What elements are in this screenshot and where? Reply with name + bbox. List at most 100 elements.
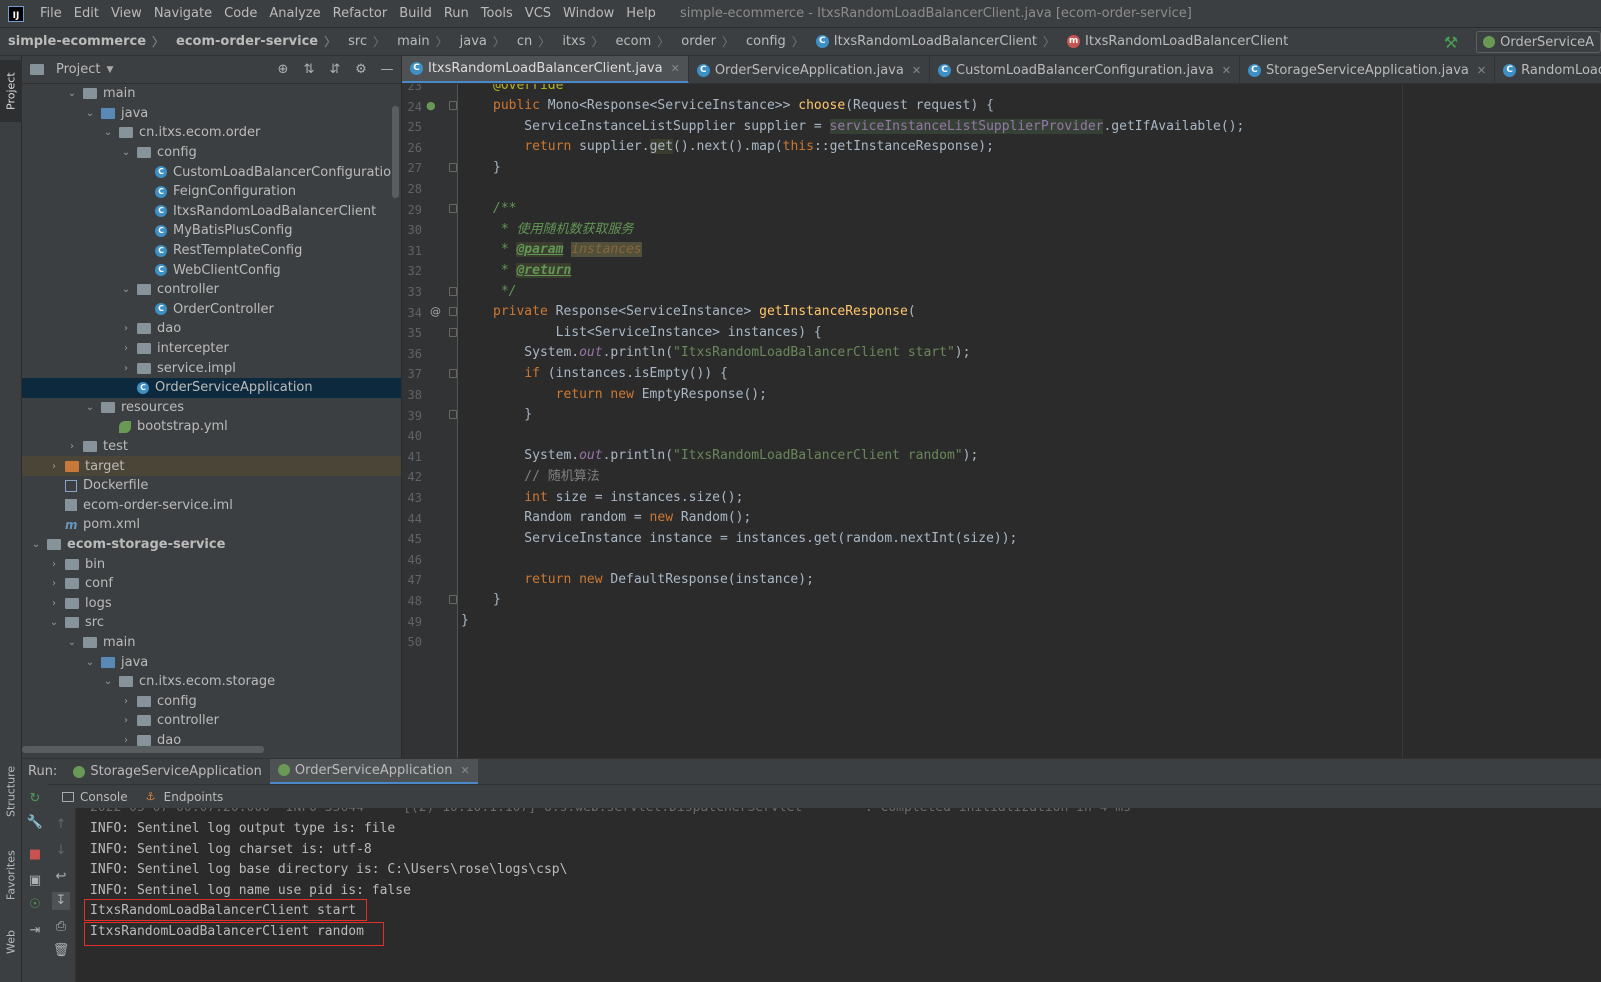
- annotation-icon[interactable]: @: [430, 305, 441, 318]
- tree-item-orderserviceapplication[interactable]: C OrderServiceApplication: [22, 377, 401, 398]
- tree-item-resources[interactable]: ⌄ resources: [22, 398, 401, 418]
- override-icon[interactable]: ●: [426, 99, 436, 112]
- menu-view[interactable]: View: [105, 6, 148, 21]
- breadcrumb-item[interactable]: main 〉: [389, 33, 452, 50]
- chevron-right-icon[interactable]: ›: [120, 363, 132, 374]
- menu-build[interactable]: Build: [393, 6, 438, 21]
- chevron-down-icon[interactable]: ▼: [106, 65, 113, 75]
- breadcrumb-item[interactable]: src 〉: [340, 33, 389, 50]
- fold-marker-icon[interactable]: [449, 307, 457, 316]
- tree-item-dao[interactable]: › dao: [22, 319, 401, 339]
- menu-code[interactable]: Code: [218, 6, 263, 21]
- chevron-right-icon[interactable]: ›: [120, 735, 132, 746]
- tree-item-intercepter[interactable]: › intercepter: [22, 339, 401, 359]
- fold-marker-icon[interactable]: [449, 163, 457, 172]
- project-horizontal-scrollbar[interactable]: [22, 746, 264, 753]
- tree-item-main[interactable]: ⌄ main: [22, 633, 401, 653]
- tree-item-main[interactable]: ⌄ main: [22, 84, 401, 104]
- chevron-down-icon[interactable]: ⌄: [66, 637, 78, 648]
- menu-refactor[interactable]: Refactor: [327, 6, 394, 21]
- menu-help[interactable]: Help: [620, 6, 662, 21]
- menu-tools[interactable]: Tools: [475, 6, 519, 21]
- exit-icon[interactable]: ⇥: [26, 922, 44, 940]
- chevron-down-icon[interactable]: ⌄: [84, 657, 96, 668]
- chevron-right-icon[interactable]: ›: [120, 323, 132, 334]
- chevron-down-icon[interactable]: ⌄: [30, 539, 42, 550]
- tree-item-conf[interactable]: › conf: [22, 574, 401, 594]
- chevron-right-icon[interactable]: ›: [120, 696, 132, 707]
- tree-item-webclientconfig[interactable]: C WebClientConfig: [22, 260, 401, 280]
- favorites-tool-button[interactable]: Favorites: [0, 840, 22, 910]
- console-output[interactable]: 2022-05-07 00:07:20.000 INFO 35644 --- […: [76, 808, 1601, 982]
- tree-item-test[interactable]: › test: [22, 437, 401, 457]
- print-icon[interactable]: ⎙: [52, 918, 70, 936]
- tree-item-config[interactable]: ⌄ config: [22, 143, 401, 163]
- chevron-down-icon[interactable]: ⌄: [84, 108, 96, 119]
- close-icon[interactable]: ✕: [912, 64, 921, 77]
- trash-icon[interactable]: 🗑: [52, 942, 70, 960]
- tree-item-service-impl[interactable]: › service.impl: [22, 358, 401, 378]
- menu-file[interactable]: File: [34, 6, 68, 21]
- expand-all-icon[interactable]: ⇅: [301, 61, 317, 79]
- tree-item-java[interactable]: ⌄ java: [22, 104, 401, 124]
- run-configuration-selector[interactable]: OrderServiceA: [1476, 31, 1601, 53]
- run-tab-order-service-application[interactable]: OrderServiceApplication ✕: [269, 758, 478, 785]
- tree-item-bootstrap-yml[interactable]: bootstrap.yml: [22, 417, 401, 437]
- tree-item-resttemplateconfig[interactable]: C RestTemplateConfig: [22, 241, 401, 261]
- fold-marker-icon[interactable]: [449, 328, 457, 337]
- tree-item-config[interactable]: › config: [22, 691, 401, 711]
- tree-item-feignconfiguration[interactable]: C FeignConfiguration: [22, 182, 401, 202]
- hammer-icon[interactable]: ⚒: [1444, 33, 1458, 52]
- tree-item-dockerfile[interactable]: Dockerfile: [22, 476, 401, 496]
- down-arrow-icon[interactable]: ↓: [52, 842, 70, 860]
- menu-analyze[interactable]: Analyze: [263, 6, 326, 21]
- tree-item-ecom-order-service-iml[interactable]: ecom-order-service.iml: [22, 495, 401, 515]
- breadcrumb-item[interactable]: config 〉: [738, 33, 808, 50]
- close-icon[interactable]: ✕: [1477, 64, 1486, 77]
- debug-icon[interactable]: ☉: [26, 896, 44, 914]
- fold-marker-icon[interactable]: [449, 204, 457, 213]
- tree-item-pom-xml[interactable]: m pom.xml: [22, 515, 401, 535]
- tree-item-cn-itxs-ecom-storage[interactable]: ⌄ cn.itxs.ecom.storage: [22, 672, 401, 692]
- tree-item-java[interactable]: ⌄ java: [22, 652, 401, 672]
- stop-icon[interactable]: ■: [26, 846, 44, 864]
- tree-item-itxsrandomloadbalancerclient[interactable]: C ItxsRandomLoadBalancerClient: [22, 202, 401, 222]
- gear-icon[interactable]: ⚙: [353, 61, 369, 79]
- structure-tool-button[interactable]: Structure: [0, 756, 22, 826]
- soft-wrap-icon[interactable]: ↩: [52, 868, 70, 886]
- breadcrumb-item[interactable]: simple-ecommerce 〉: [0, 33, 168, 50]
- tab-itxs-random-load-balancer-client[interactable]: C ItxsRandomLoadBalancerClient.java ✕: [402, 56, 689, 83]
- chevron-down-icon[interactable]: ⌄: [120, 284, 132, 295]
- tree-item-target[interactable]: › target: [22, 456, 401, 476]
- wrench-icon[interactable]: 🔧: [26, 814, 44, 832]
- web-tool-button[interactable]: Web: [0, 922, 22, 962]
- breadcrumb-item[interactable]: m ItxsRandomLoadBalancerClient: [1059, 34, 1292, 49]
- tree-item-bin[interactable]: › bin: [22, 554, 401, 574]
- breadcrumb-item[interactable]: cn 〉: [509, 33, 554, 50]
- chevron-right-icon[interactable]: ›: [48, 598, 60, 609]
- chevron-right-icon[interactable]: ›: [48, 461, 60, 472]
- fold-marker-icon[interactable]: [449, 410, 457, 419]
- tree-item-ordercontroller[interactable]: C OrderController: [22, 300, 401, 320]
- chevron-down-icon[interactable]: ⌄: [84, 402, 96, 413]
- tree-item-src[interactable]: ⌄ src: [22, 613, 401, 633]
- breadcrumb-item[interactable]: java 〉: [452, 33, 509, 50]
- menu-edit[interactable]: Edit: [68, 6, 105, 21]
- intellij-logo-icon[interactable]: IJ: [8, 5, 24, 22]
- breadcrumb-item[interactable]: ecom 〉: [608, 33, 674, 50]
- tree-item-controller[interactable]: › controller: [22, 711, 401, 731]
- tab-endpoints[interactable]: ⚓ Endpoints: [146, 790, 224, 804]
- breadcrumb-item[interactable]: C ItxsRandomLoadBalancerClient 〉: [808, 33, 1059, 50]
- chevron-right-icon[interactable]: ›: [48, 578, 60, 589]
- breadcrumb-item[interactable]: order 〉: [673, 33, 738, 50]
- menu-window[interactable]: Window: [557, 6, 620, 21]
- tab-console[interactable]: Console: [62, 790, 128, 804]
- tree-item-logs[interactable]: › logs: [22, 593, 401, 613]
- fold-marker-icon[interactable]: [449, 287, 457, 296]
- tree-item-mybatisplusconfig[interactable]: C MyBatisPlusConfig: [22, 221, 401, 241]
- scroll-to-end-icon[interactable]: ↧: [52, 892, 70, 910]
- fold-marker-icon[interactable]: [449, 101, 457, 110]
- hide-panel-icon[interactable]: —: [379, 61, 395, 79]
- tab-order-service-application[interactable]: C OrderServiceApplication.java ✕: [689, 56, 931, 83]
- breadcrumb-item[interactable]: itxs 〉: [554, 33, 607, 50]
